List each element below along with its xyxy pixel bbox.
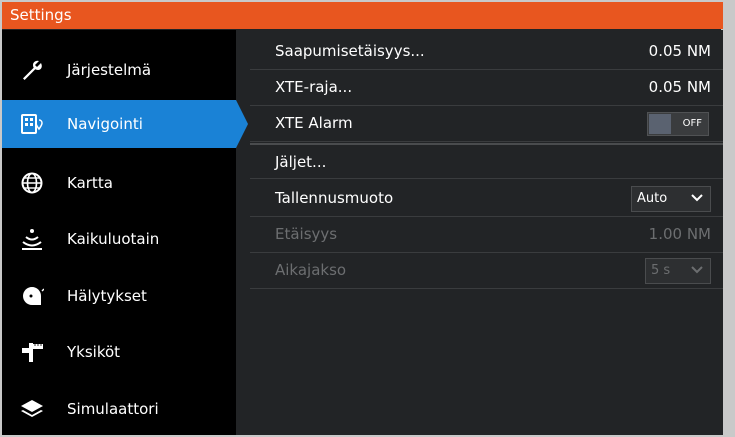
sidebar-item-label: Järjestelmä (67, 61, 152, 79)
sidebar-item-navigointi[interactable]: Navigointi (2, 100, 248, 148)
layers-icon (20, 397, 44, 421)
setting-value: 1.00 NM (648, 225, 711, 243)
setting-label: Aikajakso (275, 261, 347, 279)
setting-row-distance: Etäisyys 1.00 NM (250, 217, 723, 253)
setting-value: 0.05 NM (648, 42, 711, 60)
setting-row-period: Aikajakso 5 s (250, 253, 723, 289)
setting-label: Etäisyys (275, 225, 338, 243)
period-dropdown: 5 s (645, 258, 711, 284)
dropdown-value: Auto (637, 191, 668, 206)
setting-row-trails[interactable]: Jäljet... (250, 143, 723, 179)
sidebar-item-label: Yksiköt (67, 343, 121, 361)
toggle-state-text: OFF (682, 118, 702, 129)
sidebar-item-kaikuluotain[interactable]: Kaikuluotain (2, 215, 236, 263)
settings-panel: Saapumisetäisyys... 0.05 NM XTE-raja... … (250, 30, 723, 435)
chevron-down-icon (691, 266, 703, 274)
wrench-icon (20, 58, 44, 82)
sonar-icon (20, 227, 44, 251)
sidebar-item-yksikot[interactable]: Yksiköt (2, 328, 236, 376)
globe-icon (20, 171, 44, 195)
setting-row-arrival-radius[interactable]: Saapumisetäisyys... 0.05 NM (250, 34, 723, 70)
sidebar-item-label: Kartta (67, 174, 113, 192)
sidebar-item-halytykset[interactable]: Hälytykset (2, 272, 236, 320)
setting-row-logging-type: Tallennusmuoto Auto (250, 181, 723, 217)
setting-row-xte-limit[interactable]: XTE-raja... 0.05 NM (250, 70, 723, 106)
sidebar-item-simulaattori[interactable]: Simulaattori (2, 385, 236, 433)
logging-type-dropdown[interactable]: Auto (631, 186, 711, 212)
navigation-icon (20, 112, 44, 136)
alarm-icon (20, 284, 44, 308)
dropdown-value: 5 s (651, 263, 671, 278)
setting-label: Saapumisetäisyys... (275, 42, 425, 60)
units-icon (20, 340, 44, 364)
xte-alarm-toggle[interactable]: OFF (647, 112, 709, 136)
setting-label: XTE-raja... (275, 78, 353, 96)
setting-value: 0.05 NM (648, 78, 711, 96)
toggle-knob (649, 114, 671, 134)
settings-window: Settings Järjestelmä Navigointi Kartta K… (0, 0, 735, 437)
sidebar-item-jarjestelma[interactable]: Järjestelmä (2, 46, 236, 94)
sidebar-item-kartta[interactable]: Kartta (2, 159, 236, 207)
setting-label: XTE Alarm (275, 114, 353, 132)
sidebar: Järjestelmä Navigointi Kartta Kaikuluota… (2, 30, 248, 435)
setting-label: Jäljet... (275, 153, 327, 171)
sidebar-item-label: Kaikuluotain (67, 230, 160, 248)
setting-label: Tallennusmuoto (275, 189, 394, 207)
title-bar: Settings (2, 2, 723, 29)
sidebar-item-label: Simulaattori (67, 400, 159, 418)
chevron-down-icon (691, 194, 703, 202)
sidebar-item-label: Navigointi (67, 115, 143, 133)
sidebar-item-label: Hälytykset (67, 287, 147, 305)
window-title: Settings (10, 6, 72, 24)
setting-row-xte-alarm: XTE Alarm OFF (250, 106, 723, 142)
